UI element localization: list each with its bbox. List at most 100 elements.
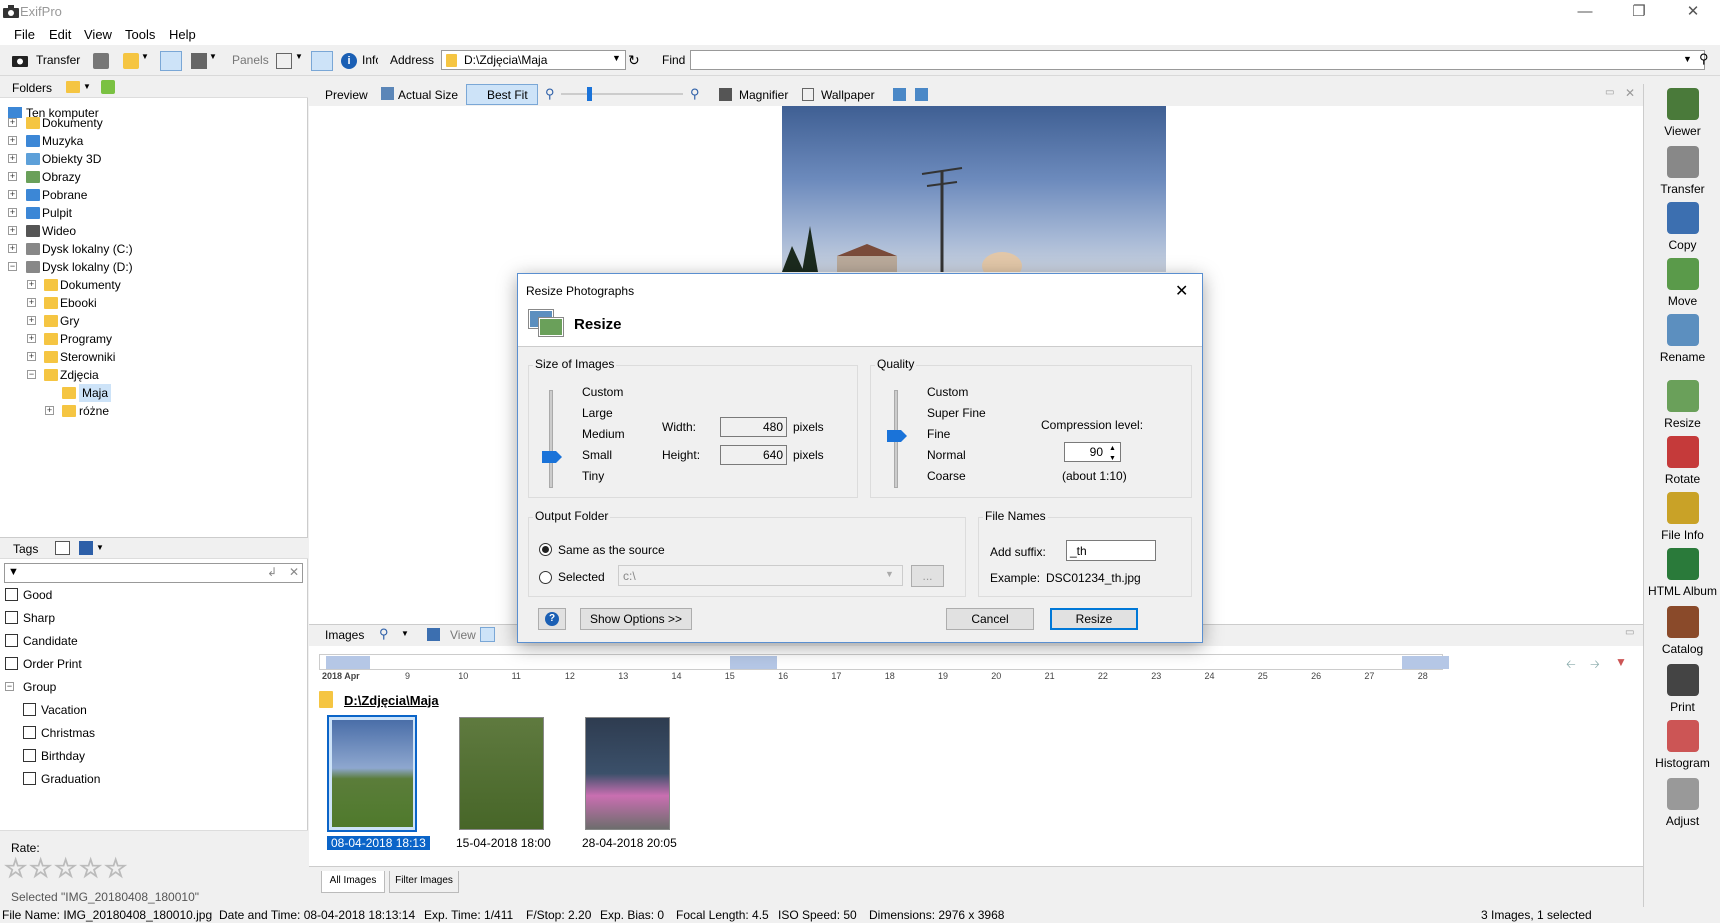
- expand-icon[interactable]: +: [27, 352, 36, 361]
- tool-histogram[interactable]: Histogram: [1644, 720, 1720, 770]
- chevron-down-icon[interactable]: ▼: [209, 52, 217, 61]
- expand-icon[interactable]: +: [27, 334, 36, 343]
- tag-checkbox[interactable]: [5, 657, 18, 670]
- tool-move[interactable]: Move: [1644, 258, 1720, 308]
- chevron-down-icon[interactable]: ▼: [141, 52, 149, 61]
- cursor-icon[interactable]: [427, 628, 440, 641]
- same-as-source-label[interactable]: Same as the source: [558, 543, 665, 557]
- tag-manager-icon[interactable]: [55, 541, 70, 555]
- expand-icon[interactable]: +: [8, 190, 17, 199]
- expand-icon[interactable]: +: [8, 244, 17, 253]
- selected-folder-label[interactable]: Selected: [558, 570, 605, 584]
- info-label[interactable]: Info: [362, 53, 378, 67]
- chevron-down-icon[interactable]: ▼: [885, 569, 894, 579]
- expand-icon[interactable]: +: [8, 226, 17, 235]
- zoom-in-icon[interactable]: ⚲: [690, 86, 700, 102]
- tag-checkbox[interactable]: [23, 726, 36, 739]
- browse-button[interactable]: ...: [911, 565, 944, 587]
- star-icon[interactable]: ☆: [103, 853, 127, 884]
- folder-up-icon[interactable]: [66, 81, 80, 93]
- thumbnail[interactable]: [459, 717, 544, 830]
- star-icon[interactable]: ☆: [3, 853, 27, 884]
- size-option[interactable]: Large: [582, 406, 613, 420]
- chevron-down-icon[interactable]: ▼: [83, 82, 91, 91]
- expand-icon[interactable]: +: [8, 172, 17, 181]
- wallpaper-button[interactable]: Wallpaper: [821, 88, 875, 102]
- quality-option[interactable]: Fine: [927, 427, 950, 441]
- chevron-down-icon[interactable]: ▼: [295, 52, 303, 61]
- tool-resize[interactable]: Resize: [1644, 380, 1720, 430]
- tag-checkbox[interactable]: [5, 588, 18, 601]
- selected-folder-radio[interactable]: [539, 571, 552, 584]
- tool-html-album[interactable]: HTML Album: [1644, 548, 1720, 598]
- size-option[interactable]: Custom: [582, 385, 623, 399]
- tool-copy[interactable]: Copy: [1644, 202, 1720, 252]
- menu-view[interactable]: View: [84, 27, 112, 42]
- size-option[interactable]: Tiny: [582, 469, 604, 483]
- address-combobox[interactable]: D:\Zdjęcia\Maja ▼: [441, 50, 626, 70]
- rotate-left-icon[interactable]: [893, 88, 906, 101]
- tool-adjust[interactable]: Adjust: [1644, 778, 1720, 828]
- star-icon[interactable]: ☆: [78, 853, 102, 884]
- collapse-icon[interactable]: −: [27, 370, 36, 379]
- collapse-icon[interactable]: −: [5, 682, 14, 691]
- size-slider[interactable]: [549, 390, 553, 488]
- thumbnail[interactable]: [327, 715, 417, 832]
- search-icon[interactable]: ⚲: [379, 626, 389, 642]
- thumbnails-view-icon[interactable]: [480, 627, 495, 642]
- new-folder-icon[interactable]: [101, 80, 115, 94]
- expand-icon[interactable]: +: [8, 154, 17, 163]
- tag-checkbox[interactable]: [23, 703, 36, 716]
- enter-icon[interactable]: ↲: [267, 565, 277, 579]
- expand-icon[interactable]: +: [27, 316, 36, 325]
- magnifier-button[interactable]: Magnifier: [739, 88, 788, 102]
- restore-pane-icon[interactable]: ▭: [1605, 87, 1614, 98]
- quality-option[interactable]: Coarse: [927, 469, 966, 483]
- minimize-button[interactable]: —: [1562, 0, 1608, 24]
- resize-button[interactable]: Resize: [1050, 608, 1138, 630]
- chevron-down-icon[interactable]: ▼: [612, 53, 621, 63]
- maximize-button[interactable]: ❐: [1616, 0, 1662, 24]
- open-folder-icon[interactable]: [123, 53, 139, 69]
- quality-option[interactable]: Normal: [927, 448, 966, 462]
- tag-checkbox[interactable]: [5, 634, 18, 647]
- expand-icon[interactable]: +: [45, 406, 54, 415]
- tool-transfer[interactable]: Transfer: [1644, 146, 1720, 196]
- star-icon[interactable]: ☆: [28, 853, 52, 884]
- chevron-down-icon[interactable]: ▼: [96, 543, 104, 552]
- preview-panel-icon[interactable]: [311, 51, 333, 71]
- expand-icon[interactable]: +: [8, 118, 17, 127]
- arrow-right-icon[interactable]: 🡢: [1590, 655, 1600, 676]
- tag-checkbox[interactable]: [23, 749, 36, 762]
- width-input[interactable]: 480: [720, 417, 787, 437]
- dialog-close-icon[interactable]: ✕: [1175, 281, 1188, 301]
- find-input[interactable]: ▼: [690, 50, 1705, 70]
- rating-stars[interactable]: ☆ ☆ ☆ ☆ ☆: [3, 853, 134, 884]
- filter-clear-icon[interactable]: ▼: [1615, 655, 1627, 669]
- tab-filter-images[interactable]: Filter Images: [389, 871, 459, 893]
- panels-icon[interactable]: [276, 53, 292, 69]
- cancel-button[interactable]: Cancel: [946, 608, 1034, 630]
- folder-tree-icon[interactable]: [160, 51, 182, 71]
- tool-rename[interactable]: Rename: [1644, 314, 1720, 364]
- same-as-source-radio[interactable]: [539, 543, 552, 556]
- tags-filter-input[interactable]: ▼ ↲ ✕: [4, 563, 303, 583]
- compression-spinner[interactable]: 90 ▲ ▼: [1064, 442, 1121, 462]
- height-input[interactable]: 640: [720, 445, 787, 465]
- expand-icon[interactable]: +: [8, 136, 17, 145]
- expand-icon[interactable]: +: [8, 208, 17, 217]
- clear-icon[interactable]: ✕: [289, 565, 299, 579]
- zoom-slider-thumb[interactable]: [587, 87, 592, 101]
- quality-option[interactable]: Super Fine: [927, 406, 986, 420]
- tab-all-images[interactable]: All Images: [321, 871, 385, 893]
- zoom-slider[interactable]: [561, 87, 683, 101]
- menu-edit[interactable]: Edit: [49, 27, 71, 42]
- save-icon[interactable]: [79, 541, 93, 555]
- tool-print[interactable]: Print: [1644, 664, 1720, 714]
- help-button[interactable]: ?: [538, 608, 566, 630]
- folder-path[interactable]: D:\Zdjęcia\Maja: [344, 693, 439, 708]
- tool-viewer[interactable]: Viewer: [1644, 88, 1720, 138]
- arrow-left-icon[interactable]: 🡠: [1566, 655, 1576, 676]
- menu-tools[interactable]: Tools: [125, 27, 155, 42]
- panels-label[interactable]: Panels: [232, 53, 269, 67]
